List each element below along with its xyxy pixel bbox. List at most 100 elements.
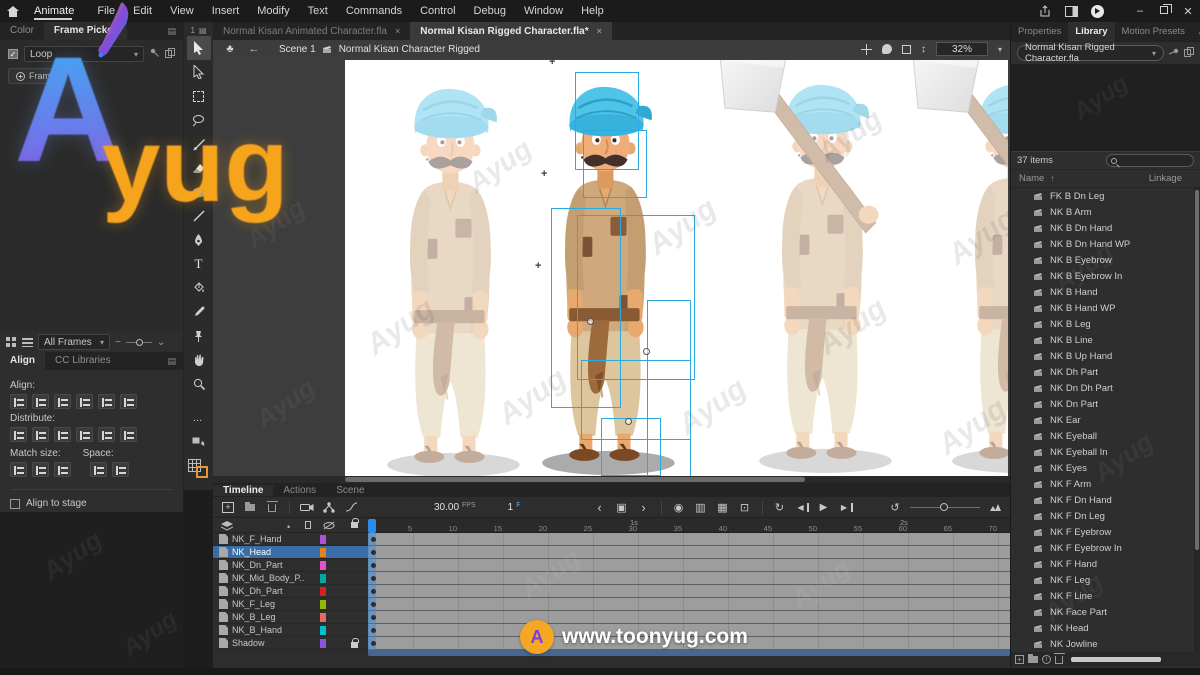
- library-item[interactable]: NK Dh Part: [1011, 364, 1200, 380]
- zoom-tool[interactable]: [187, 372, 211, 396]
- zoom-in-icon[interactable]: ⌄: [157, 337, 165, 348]
- space-vertically[interactable]: [90, 462, 107, 477]
- onion-skin-icon[interactable]: ◉: [672, 501, 686, 514]
- library-document-dropdown[interactable]: Normal Kisan Rigged Character.fla ▾: [1017, 45, 1164, 61]
- eraser-tool[interactable]: [187, 156, 211, 180]
- frame-span[interactable]: [368, 572, 1010, 585]
- layer-name[interactable]: NK_F_Hand: [232, 534, 282, 544]
- library-item[interactable]: NK F Line: [1011, 588, 1200, 604]
- keyframe-dot[interactable]: [371, 628, 376, 633]
- library-item[interactable]: NK Dn Dh Part: [1011, 380, 1200, 396]
- layer-row[interactable]: NK_Mid_Body_P..: [213, 572, 368, 585]
- layer-name[interactable]: NK_B_Hand: [232, 625, 282, 635]
- library-item[interactable]: NK F Arm: [1011, 476, 1200, 492]
- paint-bucket-tool[interactable]: [187, 276, 211, 300]
- breadcrumb-symbol[interactable]: Normal Kisan Character Rigged: [339, 44, 480, 55]
- layer-name[interactable]: NK_Dn_Part: [232, 560, 283, 570]
- tab-align[interactable]: Align: [0, 352, 45, 370]
- eyedropper-tool[interactable]: [187, 300, 211, 324]
- lock-icon[interactable]: [351, 639, 358, 650]
- layer-row[interactable]: NK_Dn_Part: [213, 559, 368, 572]
- search-input[interactable]: [1120, 155, 1189, 167]
- zoom-out-icon[interactable]: −: [115, 337, 121, 348]
- step-forward-icon[interactable]: ▶: [839, 503, 853, 512]
- list-view-icon[interactable]: [22, 337, 33, 347]
- panel-menu-icon[interactable]: ▤: [167, 356, 177, 367]
- tab-properties[interactable]: Properties: [1011, 22, 1068, 42]
- panel-menu-icon[interactable]: ▤: [199, 26, 207, 35]
- close-button[interactable]: ✕: [1176, 5, 1200, 18]
- keyframe-dot[interactable]: [371, 550, 376, 555]
- frame-span[interactable]: [368, 533, 1010, 546]
- document-tab[interactable]: Normal Kisan Animated Character.fla ×: [213, 22, 410, 40]
- library-item[interactable]: NK B Hand: [1011, 284, 1200, 300]
- library-item[interactable]: NK Dn Part: [1011, 396, 1200, 412]
- tab-library[interactable]: Library: [1068, 22, 1114, 42]
- keyframe-dot[interactable]: [371, 589, 376, 594]
- distribute-bottom[interactable]: [54, 427, 71, 442]
- frame-span[interactable]: [368, 611, 1010, 624]
- pin-library-icon[interactable]: [1169, 48, 1179, 59]
- loop-dropdown[interactable]: Loop ▾: [24, 46, 144, 62]
- transform-point[interactable]: [625, 418, 632, 425]
- library-item[interactable]: NK F Eyebrow In: [1011, 540, 1200, 556]
- frames-filter-dropdown[interactable]: All Frames ▾: [38, 334, 110, 350]
- library-item[interactable]: NK Eyeball: [1011, 428, 1200, 444]
- library-item[interactable]: NK B Up Hand: [1011, 348, 1200, 364]
- edit-scene-icon[interactable]: ♣: [221, 43, 239, 55]
- library-item[interactable]: NK F Eyebrow: [1011, 524, 1200, 540]
- new-folder-button[interactable]: [1028, 656, 1038, 663]
- edit-symbols-icon[interactable]: [187, 430, 211, 454]
- pin-icon[interactable]: [150, 48, 159, 60]
- keyframe-dot[interactable]: [371, 563, 376, 568]
- layer-color-swatch[interactable]: [320, 639, 326, 648]
- transform-point[interactable]: [643, 348, 650, 355]
- distribute-right[interactable]: [120, 427, 137, 442]
- selection-box[interactable]: [601, 418, 661, 476]
- distribute-middle-vertical[interactable]: [32, 427, 49, 442]
- pasteboard[interactable]: + + + Ayug Ayug Ayug Ayug Ayug Ayug Ayug…: [213, 58, 1010, 476]
- new-folder-button[interactable]: [243, 504, 257, 511]
- layer-row[interactable]: Shadow: [213, 637, 368, 650]
- timeline-horizontal-scrollbar[interactable]: [368, 649, 1010, 656]
- selection-tool[interactable]: [187, 36, 211, 60]
- character-kisan-axe-clipped[interactable]: [930, 76, 1008, 476]
- edit-multiple-frames-icon[interactable]: ▦: [716, 501, 730, 514]
- updown-icon[interactable]: ↕: [921, 44, 926, 55]
- next-keyframe-icon[interactable]: ›: [637, 500, 651, 515]
- layer-name[interactable]: NK_F_Leg: [232, 599, 275, 609]
- keyframe-dot[interactable]: [371, 615, 376, 620]
- tab-actions[interactable]: Actions: [273, 485, 326, 496]
- keyframe-dot[interactable]: [371, 537, 376, 542]
- layer-color-swatch[interactable]: [320, 587, 326, 596]
- keyframe-dot[interactable]: [371, 576, 376, 581]
- match-width[interactable]: [10, 462, 27, 477]
- library-horizontal-scrollbar[interactable]: [1071, 657, 1161, 662]
- library-scrollbar[interactable]: [1194, 188, 1200, 652]
- frame-span[interactable]: [368, 546, 1010, 559]
- free-transform-tool[interactable]: [187, 84, 211, 108]
- text-tool[interactable]: T: [187, 252, 211, 276]
- insert-marker-icon[interactable]: ▣: [615, 501, 629, 514]
- library-item[interactable]: NK Jowline: [1011, 636, 1200, 652]
- hide-all-eye-icon[interactable]: [323, 521, 335, 532]
- parenting-view-icon[interactable]: [322, 502, 336, 513]
- align-center-horizontal[interactable]: [32, 394, 49, 409]
- restore-button[interactable]: [1152, 5, 1176, 17]
- show-all-dot-icon[interactable]: •: [287, 522, 290, 532]
- new-layer-button[interactable]: +: [221, 502, 235, 513]
- loop-icon[interactable]: ↻: [773, 501, 787, 514]
- library-item[interactable]: NK B Dn Hand: [1011, 220, 1200, 236]
- new-symbol-button[interactable]: +: [1015, 655, 1024, 664]
- sort-arrow-icon[interactable]: ↑: [1050, 174, 1054, 183]
- library-item[interactable]: NK B Line: [1011, 332, 1200, 348]
- pen-tool[interactable]: [187, 228, 211, 252]
- library-item[interactable]: NK F Dn Hand: [1011, 492, 1200, 508]
- frame-picker-checkbox[interactable]: ✓: [8, 49, 18, 59]
- menu-item[interactable]: File: [88, 5, 124, 17]
- snap-to-grid-icon[interactable]: [187, 458, 211, 480]
- minimize-button[interactable]: –: [1128, 5, 1152, 17]
- library-item[interactable]: NK B Hand WP: [1011, 300, 1200, 316]
- workspace-icon[interactable]: [1058, 6, 1084, 17]
- menu-item[interactable]: Text: [299, 5, 337, 17]
